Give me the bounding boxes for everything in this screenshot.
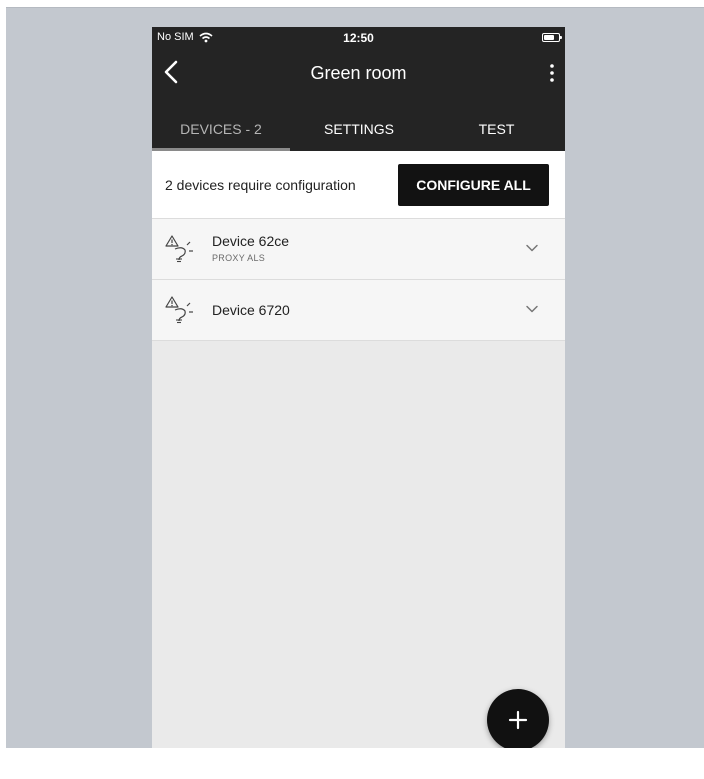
- status-time: 12:50: [343, 31, 374, 45]
- tab-bar: DEVICES - 2 SETTINGS TEST: [152, 107, 565, 151]
- nav-bar: Green room: [152, 55, 565, 91]
- device-name: Device 6720: [212, 302, 290, 318]
- configuration-banner: 2 devices require configuration CONFIGUR…: [152, 151, 565, 219]
- battery-icon: [542, 33, 562, 42]
- app-header: No SIM 12:50 Green room DEVICES - 2 SETT…: [152, 27, 565, 151]
- plus-icon: [508, 710, 528, 730]
- device-row[interactable]: Device 6720: [152, 280, 565, 341]
- warning-lightbulb-icon: [165, 235, 193, 263]
- device-type: PROXY ALS: [212, 253, 266, 263]
- tab-test[interactable]: TEST: [428, 107, 565, 151]
- tab-devices[interactable]: DEVICES - 2: [152, 107, 290, 151]
- phone-screen: No SIM 12:50 Green room DEVICES - 2 SETT…: [152, 27, 565, 748]
- tab-settings[interactable]: SETTINGS: [290, 107, 428, 151]
- page-title: Green room: [310, 63, 407, 83]
- status-bar: No SIM 12:50: [152, 27, 565, 49]
- chevron-down-icon[interactable]: [525, 302, 539, 316]
- configure-all-button[interactable]: CONFIGURE ALL: [398, 164, 549, 206]
- configuration-message: 2 devices require configuration: [165, 177, 356, 193]
- chevron-down-icon[interactable]: [525, 241, 539, 255]
- add-device-button[interactable]: [487, 689, 549, 748]
- device-name: Device 62ce: [212, 233, 290, 249]
- warning-lightbulb-icon: [165, 296, 193, 324]
- device-row[interactable]: Device 62ce PROXY ALS: [152, 219, 565, 280]
- more-vertical-icon[interactable]: [545, 61, 559, 85]
